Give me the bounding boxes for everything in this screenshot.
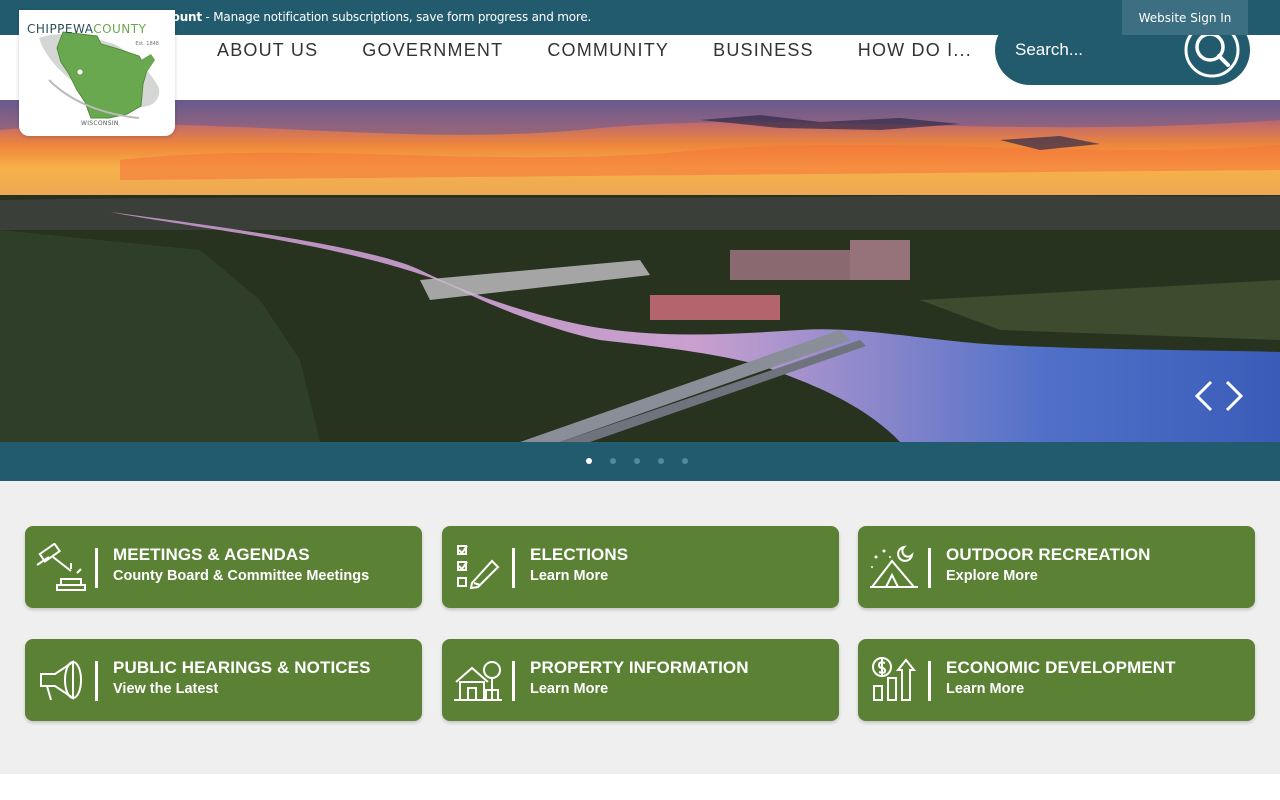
hero-slideshow [0, 100, 1280, 442]
tile-title: ECONOMIC DEVELOPMENT [946, 658, 1176, 677]
carousel-dot-4[interactable] [658, 458, 664, 464]
gavel-icon [36, 543, 86, 591]
carousel-dots [586, 458, 688, 464]
carousel-dot-3[interactable] [634, 458, 640, 464]
carousel-next-button[interactable] [1221, 378, 1247, 414]
tile-title: ELECTIONS [530, 545, 629, 564]
tile-outdoor-recreation[interactable]: OUTDOOR RECREATION Explore More [858, 526, 1255, 608]
carousel-prev-button[interactable] [1191, 378, 1217, 414]
tile-subtitle: View the Latest [113, 681, 219, 697]
growth-chart-icon [872, 657, 917, 701]
aerial-city-sunset-image [0, 100, 1280, 442]
ballot-checklist-icon [457, 545, 500, 590]
account-message-text: - Manage notification subscriptions, sav… [201, 10, 592, 24]
megaphone-icon [40, 660, 82, 701]
nav-about-us[interactable]: ABOUT US [195, 35, 340, 67]
tile-public-hearings[interactable]: PUBLIC HEARINGS & NOTICES View the Lates… [25, 639, 422, 721]
search-input[interactable] [1015, 37, 1165, 63]
tile-subtitle: Learn More [946, 681, 1025, 697]
tile-title: PROPERTY INFORMATION [530, 658, 749, 677]
tile-property-information[interactable]: PROPERTY INFORMATION Learn More [442, 639, 839, 721]
logo-state: WISCONSIN [81, 120, 119, 127]
chevron-left-icon [1194, 380, 1213, 412]
nav-how-do-i[interactable]: HOW DO I... [836, 35, 994, 67]
carousel-dot-5[interactable] [682, 458, 688, 464]
tile-separator [512, 548, 515, 588]
tile-economic-development[interactable]: ECONOMIC DEVELOPMENT Learn More [858, 639, 1255, 721]
logo-established: Est. 1848 [135, 41, 159, 47]
carousel-dot-2[interactable] [610, 458, 616, 464]
tile-subtitle: Learn More [530, 681, 609, 697]
tile-subtitle: Learn More [530, 568, 609, 584]
nav-business[interactable]: BUSINESS [691, 35, 836, 67]
tent-icon [869, 545, 918, 588]
carousel-dot-1[interactable] [586, 458, 592, 464]
tile-subtitle: Explore More [946, 568, 1038, 584]
tile-separator [95, 548, 98, 588]
chevron-right-icon [1225, 380, 1244, 412]
main-navigation: ABOUT US GOVERNMENT COMMUNITY BUSINESS H… [195, 35, 994, 67]
carousel-pagination-bar [0, 442, 1280, 481]
nav-community[interactable]: COMMUNITY [525, 35, 691, 67]
tile-separator [95, 661, 98, 701]
tile-title: MEETINGS & AGENDAS [113, 545, 310, 564]
house-icon [454, 661, 502, 701]
tile-title: OUTDOOR RECREATION [946, 545, 1151, 564]
tile-elections[interactable]: ELECTIONS Learn More [442, 526, 839, 608]
tile-meetings-agendas[interactable]: MEETINGS & AGENDAS County Board & Commit… [25, 526, 422, 608]
tile-separator [928, 661, 931, 701]
logo-title: CHIPPEWACOUNTY [27, 22, 147, 36]
tile-subtitle: County Board & Committee Meetings [113, 568, 370, 584]
quick-links-section: MEETINGS & AGENDAS County Board & Commit… [0, 481, 1280, 774]
tile-separator [512, 661, 515, 701]
nav-government[interactable]: GOVERNMENT [340, 35, 525, 67]
county-logo[interactable]: CHIPPEWACOUNTY Est. 1848 WISCONSIN [19, 10, 175, 136]
notification-bar: Create a Website Account - Manage notifi… [0, 0, 1280, 35]
tile-separator [928, 548, 931, 588]
tile-title: PUBLIC HEARINGS & NOTICES [113, 658, 371, 677]
sign-in-button[interactable]: Website Sign In [1122, 0, 1248, 35]
